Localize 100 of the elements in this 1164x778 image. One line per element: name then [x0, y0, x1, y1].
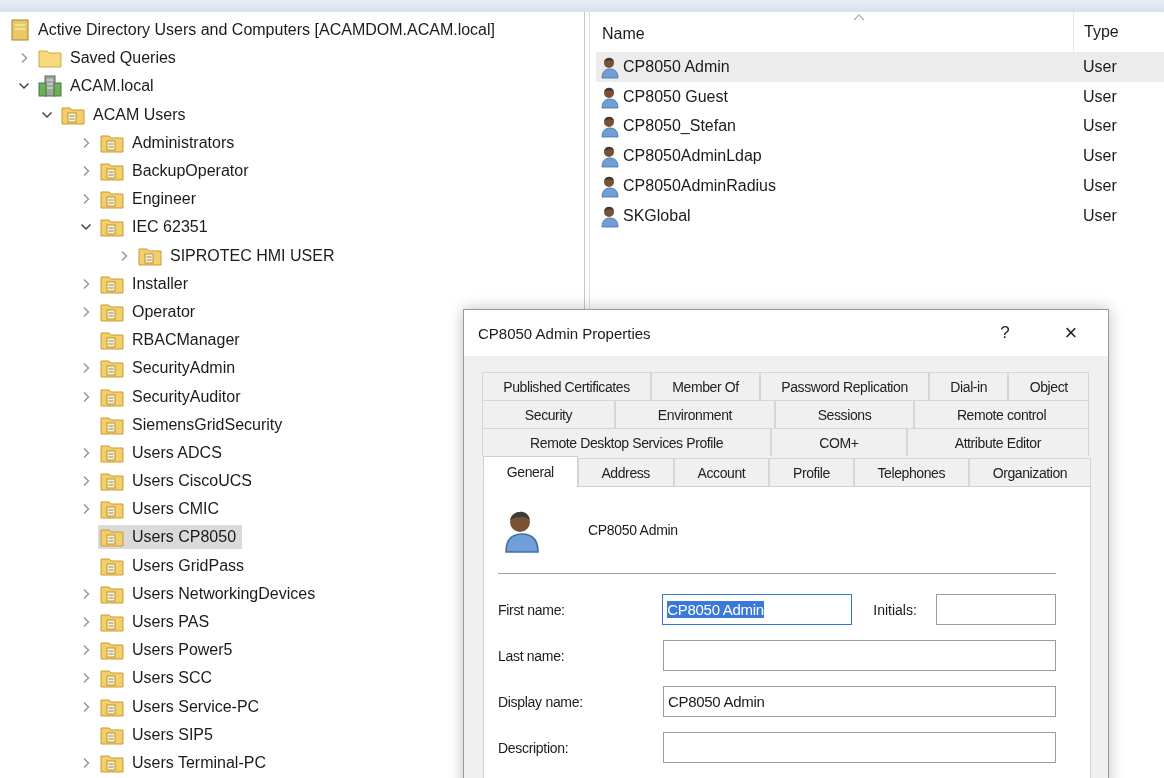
folder-icon — [100, 414, 124, 435]
tab[interactable]: Telephones — [853, 458, 969, 486]
tree-item[interactable]: Users PAS — [98, 610, 216, 635]
user-name: CP8050 Admin — [623, 57, 730, 76]
folder-icon — [100, 386, 124, 407]
text-field[interactable] — [663, 732, 1056, 763]
tree-item[interactable]: Users Power5 — [98, 638, 239, 663]
list-row[interactable]: CP8050 Admin User — [596, 52, 1164, 82]
column-header[interactable]: Type — [1074, 10, 1119, 54]
folder-icon — [100, 301, 124, 322]
user-type: User — [1082, 147, 1117, 166]
tree-item[interactable]: Users GridPass — [98, 553, 251, 578]
folder-icon — [100, 724, 124, 745]
folder-icon — [100, 132, 124, 153]
tree-item[interactable]: SecurityAdmin — [98, 356, 242, 381]
tree-item[interactable]: Users NetworkingDevices — [98, 581, 322, 606]
tree-item[interactable]: Saved Queries — [36, 46, 182, 71]
field-label: Last name: — [498, 647, 566, 664]
folder-icon — [100, 752, 124, 773]
folder-icon — [100, 217, 124, 238]
folder-icon — [100, 161, 124, 182]
tab[interactable]: Dial-in — [929, 372, 1009, 400]
tab[interactable]: Attribute Editor — [906, 428, 1089, 456]
sort-caret-icon — [853, 14, 865, 21]
user-name: CP8050_Stefan — [623, 117, 736, 136]
tree-item[interactable]: SiemensGridSecurity — [98, 412, 289, 437]
user-type: User — [1082, 177, 1117, 196]
folder-icon — [61, 104, 85, 125]
console-icon — [10, 19, 30, 42]
tab[interactable]: Object — [1008, 372, 1090, 400]
tree-item[interactable]: Users Service-PC — [98, 694, 266, 719]
tab[interactable]: Profile — [769, 458, 854, 486]
tree-item[interactable]: Installer — [98, 271, 195, 296]
text-field[interactable]: CP8050 Admin — [662, 594, 853, 625]
tree-item[interactable]: Engineer — [98, 187, 203, 212]
tab[interactable]: Sessions — [774, 400, 915, 428]
tree-item[interactable]: Users ADCS — [98, 440, 228, 465]
folder-icon — [38, 48, 62, 69]
tab[interactable]: Account — [673, 458, 770, 486]
tab[interactable]: COM+ — [771, 428, 907, 456]
user-type: User — [1082, 87, 1117, 106]
user-type: User — [1082, 57, 1117, 76]
tree-item[interactable]: Users CP8050 — [98, 525, 243, 550]
field-label: Display name: — [498, 693, 584, 710]
tab[interactable]: Remote control — [914, 400, 1090, 428]
user-name: SKGlobal — [623, 206, 691, 225]
folder-icon — [100, 499, 124, 520]
tab[interactable]: Published Certificates — [482, 372, 652, 400]
folder-icon — [100, 555, 124, 576]
user-name: CP8050AdminRadius — [623, 177, 776, 196]
folder-icon — [138, 245, 162, 266]
tree-item[interactable]: Administrators — [98, 130, 241, 155]
list-row[interactable]: CP8050 Guest User — [596, 81, 1164, 112]
field-label: First name: — [498, 601, 566, 618]
user-type: User — [1082, 206, 1117, 225]
tab[interactable]: Organization — [968, 458, 1092, 486]
tab[interactable]: Member Of — [651, 372, 760, 400]
folder-icon — [100, 471, 124, 492]
tab[interactable]: Security — [482, 400, 615, 428]
list-row[interactable]: CP8050AdminLdap User — [596, 141, 1164, 172]
tab[interactable]: Password Replication — [760, 372, 930, 400]
folder-icon — [100, 330, 124, 351]
user-icon — [600, 174, 620, 199]
tab[interactable]: Remote Desktop Services Profile — [482, 428, 772, 456]
tab[interactable]: General — [483, 456, 578, 487]
tree-item[interactable]: Users Terminal-PC — [98, 750, 272, 775]
folder-icon — [100, 583, 124, 604]
list-row[interactable]: SKGlobal User — [596, 201, 1164, 231]
user-name: CP8050 Admin — [588, 522, 678, 538]
tree-item[interactable]: IEC 62351 — [98, 215, 214, 240]
tree-item[interactable]: SecurityAuditor — [98, 384, 247, 409]
tree-item[interactable]: RBACManager — [98, 328, 246, 353]
tree-item[interactable]: BackupOperator — [98, 159, 255, 184]
tree-item[interactable]: Users SIP5 — [98, 722, 219, 747]
tab[interactable]: Environment — [615, 400, 775, 428]
user-name: CP8050 Guest — [623, 87, 728, 106]
tree-item[interactable]: ACAM.local — [36, 73, 160, 100]
text-field[interactable] — [936, 594, 1056, 625]
tree-item[interactable]: Operator — [98, 299, 202, 324]
tab[interactable]: Address — [577, 458, 674, 486]
user-name: CP8050AdminLdap — [623, 147, 762, 166]
close-button[interactable]: × — [1048, 313, 1094, 353]
tree-item[interactable]: Users CMIC — [98, 497, 226, 522]
folder-icon — [100, 696, 124, 717]
buildings-icon — [38, 75, 62, 98]
help-button[interactable]: ? — [982, 313, 1028, 353]
list-row[interactable]: CP8050_Stefan User — [596, 111, 1164, 142]
list-row[interactable]: CP8050AdminRadius User — [596, 171, 1164, 201]
tree-item[interactable]: ACAM Users — [59, 102, 192, 127]
folder-icon — [100, 640, 124, 661]
folder-icon — [100, 612, 124, 633]
folder-icon — [100, 442, 124, 463]
tree-item[interactable]: Users CiscoUCS — [98, 469, 258, 494]
tree-item[interactable]: Active Directory Users and Computers [ACAMDOM.ACAM.local] — [8, 17, 501, 44]
tree-item[interactable]: SIPROTEC HMI USER — [136, 243, 341, 268]
field-label: Initials: — [873, 601, 918, 618]
text-field[interactable] — [663, 640, 1056, 671]
tree-item[interactable]: Users SCC — [98, 666, 218, 691]
user-icon — [600, 144, 620, 169]
text-field[interactable]: CP8050 Admin — [663, 686, 1056, 717]
